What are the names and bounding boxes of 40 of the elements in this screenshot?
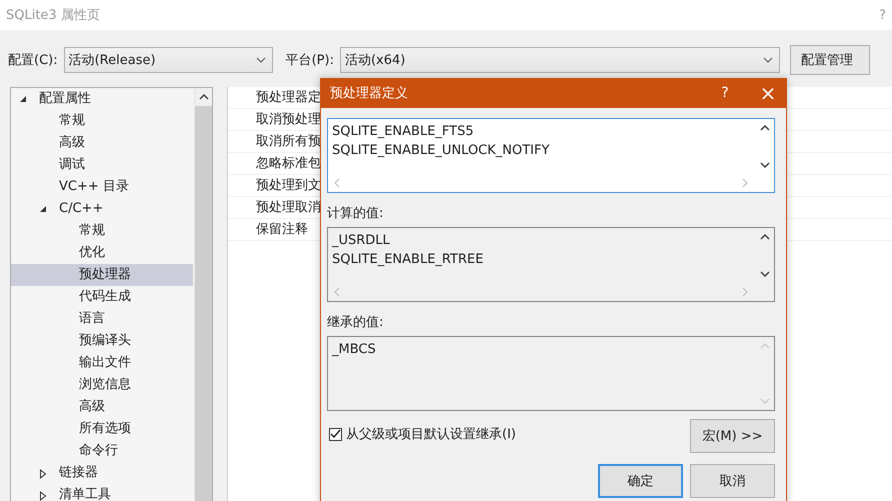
definitions-field[interactable]: SQLITE_ENABLE_FTS5 SQLITE_ENABLE_UNLOCK_NOTIFY <box>327 118 775 193</box>
inherited-value-text: _MBCS <box>332 341 377 359</box>
tree-item[interactable]: C/C++ <box>11 198 193 220</box>
help-button[interactable]: ? <box>710 85 740 101</box>
platform-label: 平台(P): <box>286 52 334 69</box>
computed-value-text: _USRDLL <box>332 232 391 250</box>
ok-button[interactable]: 确定 <box>598 464 683 498</box>
macro-button[interactable]: 宏(M) >> <box>690 419 775 453</box>
tree-item[interactable]: 预编译头 <box>11 330 193 352</box>
computed-values-label: 计算的值: <box>327 205 384 222</box>
tree-item[interactable]: 命令行 <box>11 440 193 462</box>
definition-text: SQLITE_ENABLE_UNLOCK_NOTIFY <box>332 142 550 160</box>
checkbox-label[interactable]: 从父级或项目默认设置继承(I) <box>346 425 516 443</box>
platform-dropdown[interactable]: 活动(x64) <box>340 47 780 73</box>
config-dropdown[interactable]: 活动(Release) <box>64 47 273 73</box>
config-label: 配置(C): <box>8 52 58 69</box>
tree-item[interactable]: 链接器 <box>11 462 193 484</box>
tree-item[interactable]: 预处理器 <box>11 264 193 286</box>
close-button[interactable]: × <box>750 81 786 105</box>
tree-item[interactable]: 调试 <box>11 154 193 176</box>
tree-item[interactable]: 优化 <box>11 242 193 264</box>
tree-item[interactable]: 清单工具 <box>11 484 193 501</box>
config-manager-button[interactable]: 配置管理 <box>790 45 870 75</box>
tree-item[interactable]: 输出文件 <box>11 352 193 374</box>
inherited-values-label: 继承的值: <box>327 314 384 331</box>
tree-item[interactable]: 语言 <box>11 308 193 330</box>
dialog-title: 预处理器定义 <box>329 85 409 102</box>
tree-item[interactable]: 配置属性 <box>11 88 193 110</box>
tree-item[interactable]: 代码生成 <box>11 286 193 308</box>
tree-item[interactable]: 常规 <box>11 220 193 242</box>
computed-value-text: SQLITE_ENABLE_RTREE <box>332 251 484 269</box>
tree-item[interactable]: 常规 <box>11 110 193 132</box>
definition-text: SQLITE_ENABLE_FTS5 <box>332 123 475 141</box>
window-title: SQLite3 属性页 <box>6 7 100 24</box>
tree-item[interactable]: 所有选项 <box>11 418 193 440</box>
tree-item[interactable]: 高级 <box>11 132 193 154</box>
tree-item[interactable]: 浏览信息 <box>11 374 193 396</box>
tree-item[interactable]: VC++ 目录 <box>11 176 193 198</box>
cancel-button[interactable]: 取消 <box>690 464 775 498</box>
tree-item[interactable]: 高级 <box>11 396 193 418</box>
